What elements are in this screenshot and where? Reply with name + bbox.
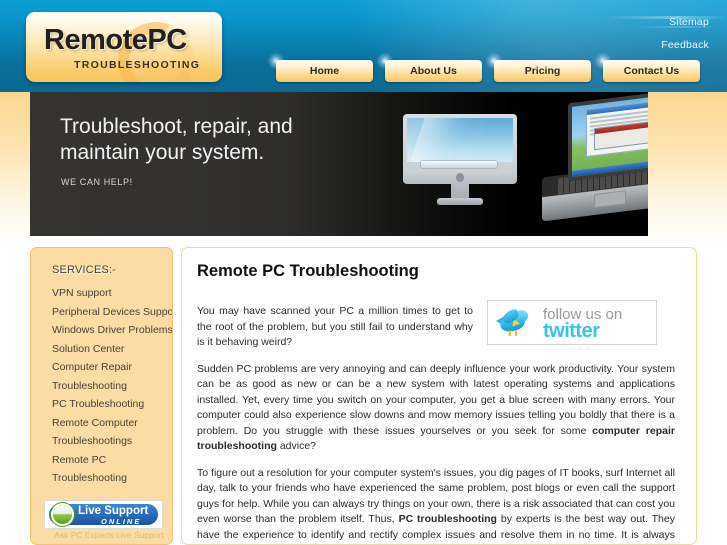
sidebar-item-peripheral-devices-support[interactable]: Peripheral Devices Support [31,303,172,322]
list-item: Remote PC [31,451,172,470]
left-gradient-strip [0,92,30,242]
list-item: Troubleshooting [31,377,172,396]
imac-stand-neck [451,184,469,198]
list-item: Peripheral Devices Support [31,303,172,322]
paragraph-2-text-b: advice? [276,440,317,452]
paragraph-1: You may have scanned your PC a million t… [197,305,473,348]
main-navigation: Home About Us Pricing Contact Us [267,52,700,82]
sidebar-item-troubleshooting[interactable]: Troubleshooting [31,377,172,396]
live-support-caption: Ask PC Experts Live Support [54,530,164,540]
sidebar-item-solution-center[interactable]: Solution Center [31,340,172,359]
hero-banner: Troubleshoot, repair, and maintain your … [30,92,648,236]
header-utility-links: Sitemap Feedback [661,16,709,62]
imac-dock-icon [421,161,497,168]
sidebar-title-suffix: :- [109,264,117,276]
article-body: You may have scanned your PC a million t… [197,304,675,545]
list-item: Troubleshooting [31,469,172,488]
hero-headline: Troubleshoot, repair, and maintain your … [60,114,293,167]
live-support-status-badge: ONLINE [101,517,142,526]
nav-item-home-label: Home [309,65,340,77]
list-item: Remote Computer [31,414,172,433]
paragraph-2: Sudden PC problems are very annoying and… [197,362,675,455]
nav-item-about-us-label: About Us [410,65,457,77]
laptop-touchpad [594,190,626,209]
live-support-globe-icon [53,505,72,524]
sidebar-title-text: SERVICES [52,264,110,276]
sidebar-item-remote-computer[interactable]: Remote Computer [31,414,172,433]
keyword-pc-troubleshooting: PC troubleshooting [398,513,497,525]
list-item: VPN support [31,284,172,303]
hero-tagline: WE CAN HELP! [61,177,133,187]
laptop-illustration [542,92,648,222]
logo-title: RemotePC [44,24,187,56]
nav-item-pricing-label: Pricing [524,65,561,77]
sidebar-item-vpn-support[interactable]: VPN support [31,284,172,303]
live-support-button[interactable]: Live Support ONLINE [44,500,163,529]
laptop-screen [572,95,648,177]
hero-headline-line1: Troubleshoot, repair, and [60,115,293,138]
nav-item-pricing[interactable]: Pricing [485,52,591,82]
services-sidebar: SERVICES:- VPN support Peripheral Device… [30,247,173,545]
site-logo[interactable]: RemotePC TROUBLESHOOTING [26,12,222,82]
sidebar-item-computer-repair[interactable]: Computer Repair [31,358,172,377]
main-content-panel: Remote PC Troubleshooting follow us on t… [181,247,697,545]
site-header: RemotePC TROUBLESHOOTING Sitemap Feedbac… [0,0,727,92]
logo-subtitle: TROUBLESHOOTING [74,59,201,71]
paragraph-3: To figure out a resolution for your comp… [197,466,675,545]
sidebar-item-pc-troubleshooting[interactable]: PC Troubleshooting [31,395,172,414]
sidebar-item-troubleshooting-2[interactable]: Troubleshooting [31,469,172,488]
hero-headline-line2: maintain your system. [60,141,265,165]
imac-stand-foot [437,198,483,205]
sidebar-item-troubleshootings[interactable]: Troubleshootings [31,432,172,451]
imac-display-glass [407,118,513,162]
nav-item-about-us[interactable]: About Us [376,52,482,82]
imac-illustration [403,114,517,205]
list-item: Troubleshootings [31,432,172,451]
apple-logo-icon [456,173,464,182]
list-item: Windows Driver Problems [31,321,172,340]
services-list: VPN support Peripheral Devices Support W… [31,284,172,488]
link-sitemap[interactable]: Sitemap [661,16,709,28]
laptop-lid [568,92,648,182]
list-item: Computer Repair [31,358,172,377]
nav-item-home[interactable]: Home [267,52,373,82]
list-item: PC Troubleshooting [31,395,172,414]
sidebar-title: SERVICES:- [52,262,116,276]
page-root: RemotePC TROUBLESHOOTING Sitemap Feedbac… [0,0,727,545]
list-item: Solution Center [31,340,172,359]
live-support-label: Live Support [78,505,149,517]
link-feedback[interactable]: Feedback [661,39,709,51]
nav-item-contact-us[interactable]: Contact Us [594,52,700,82]
nav-item-contact-us-label: Contact Us [623,65,680,77]
sidebar-item-windows-driver-problems[interactable]: Windows Driver Problems [31,321,172,340]
page-title: Remote PC Troubleshooting [197,262,419,280]
sidebar-item-remote-pc[interactable]: Remote PC [31,451,172,470]
right-gradient-strip [648,92,727,242]
